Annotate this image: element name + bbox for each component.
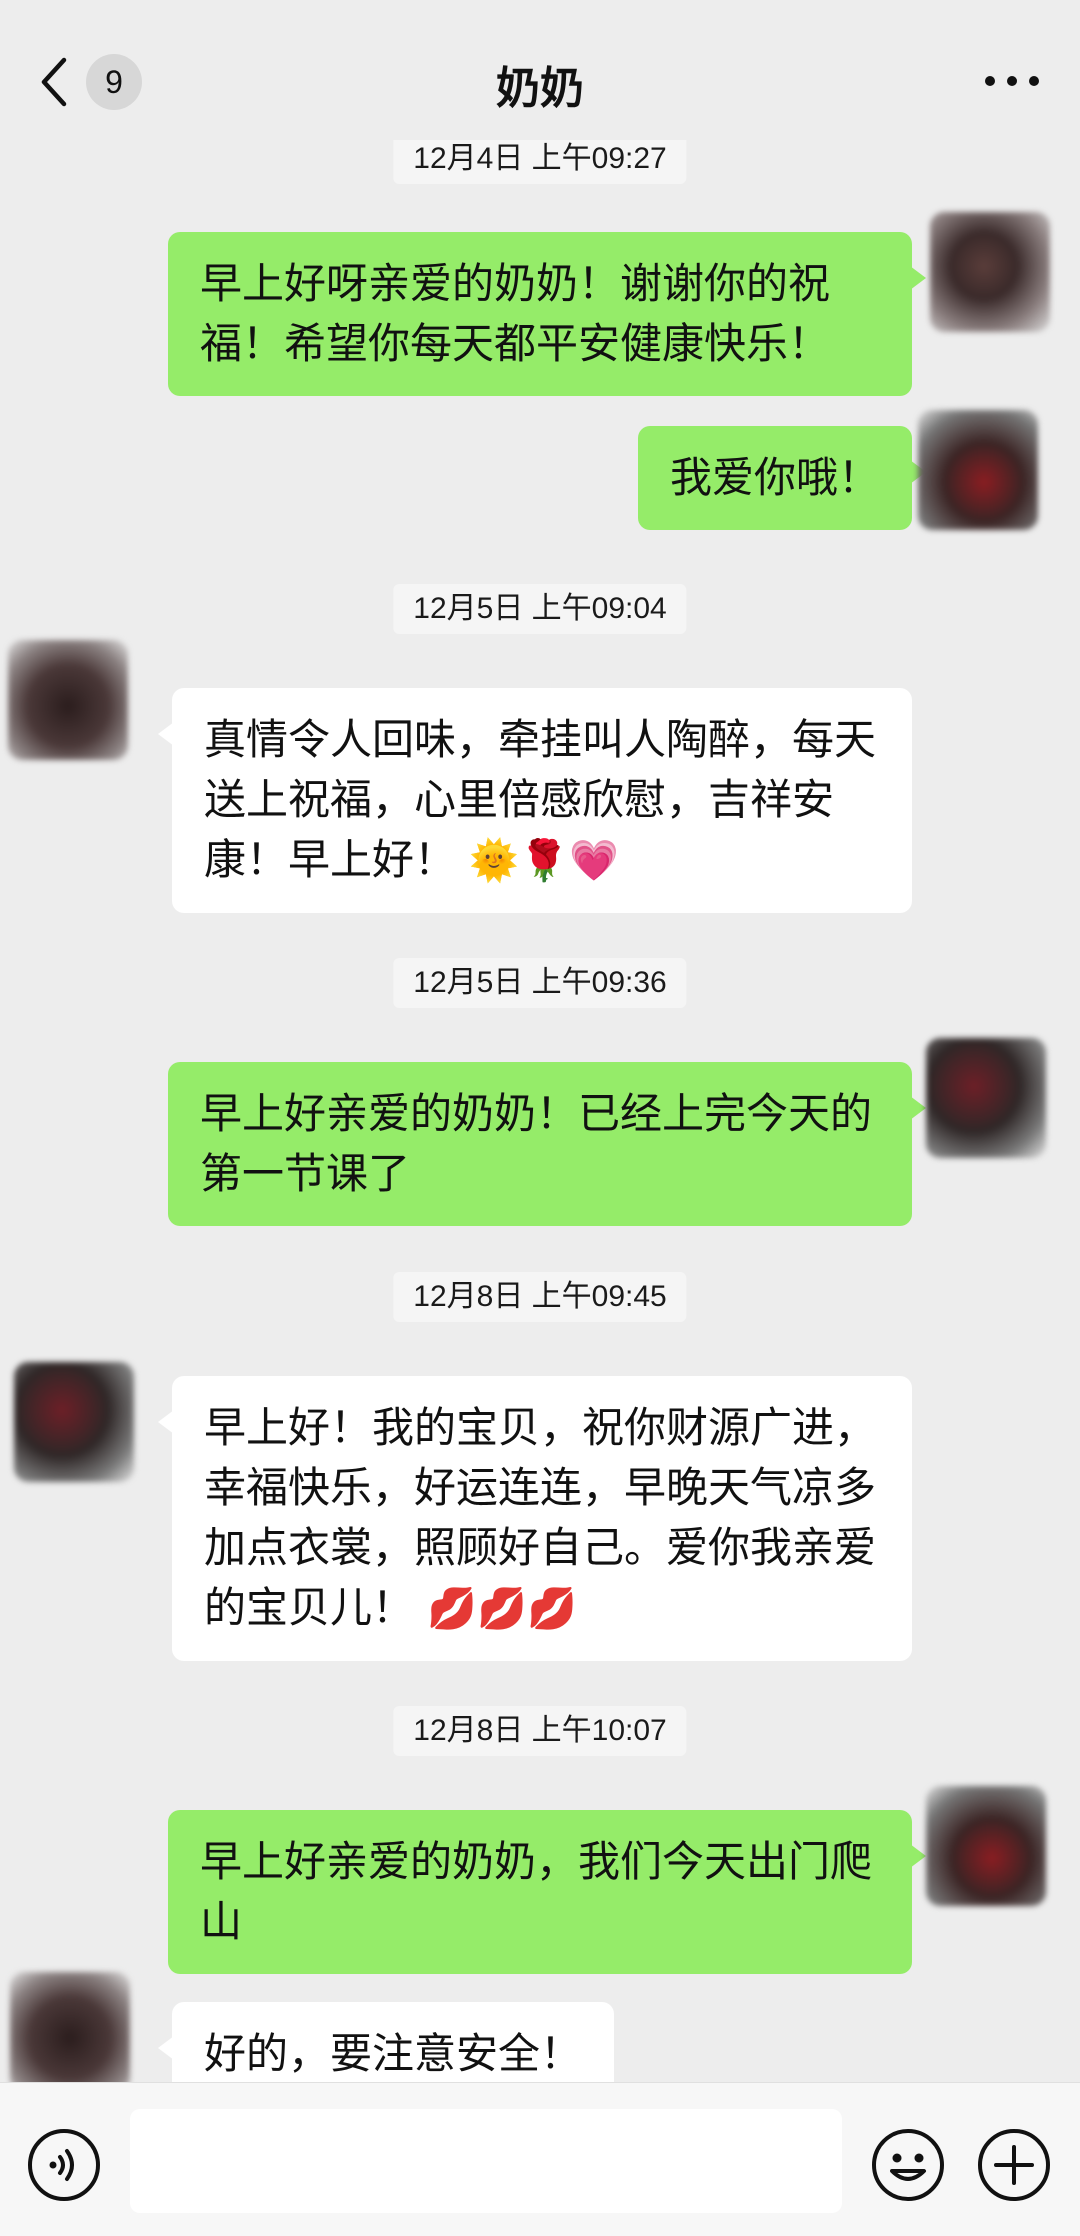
voice-button[interactable] [26,2127,102,2203]
message-timestamp: 12月4日 上午09:27 [393,140,687,184]
my-avatar[interactable] [930,212,1050,332]
more-dots-icon [985,76,1039,86]
contact-avatar[interactable] [8,640,128,760]
more-options-button[interactable] [980,56,1044,106]
message-bubble-incoming[interactable]: 真情令人回味，牵挂叫人陶醉，每天送上祝福，心里倍感欣慰，吉祥安康！早上好！ 🌞🌹… [158,688,912,913]
message-bubble-incoming[interactable]: 早上好！我的宝贝，祝你财源广进，幸福快乐，好运连连，早晚天气凉多加点衣裳，照顾好… [158,1376,912,1661]
chat-input-bar [0,2082,1080,2236]
message-timestamp: 12月5日 上午09:04 [393,584,687,634]
message-timestamp: 12月8日 上午09:45 [393,1272,687,1322]
more-functions-button[interactable] [976,2127,1052,2203]
message-timestamp: 12月5日 上午09:36 [393,958,687,1008]
emoji-face-icon [872,2129,944,2201]
contact-avatar[interactable] [14,1362,134,1482]
my-avatar[interactable] [926,1786,1046,1906]
top-navigation-bar: 9 奶奶 [0,0,1080,160]
message-bubble-outgoing[interactable]: 早上好亲爱的奶奶！已经上完今天的第一节课了 [168,1062,926,1226]
voice-icon [28,2129,100,2201]
emoji-button[interactable] [870,2127,946,2203]
my-avatar[interactable] [926,1038,1046,1158]
message-bubble-outgoing[interactable]: 早上好呀亲爱的奶奶！谢谢你的祝福！希望你每天都平安健康快乐！ [168,232,926,396]
message-bubble-incoming[interactable]: 好的，要注意安全！ [157,2002,615,2082]
contact-avatar[interactable] [10,1972,130,2082]
message-timestamp: 12月8日 上午10:07 [393,1706,687,1756]
emoji-sun-rose-heart: 🌞🌹💗 [469,838,619,884]
plus-circle-icon [978,2129,1050,2201]
my-avatar[interactable] [918,410,1038,530]
message-input[interactable] [130,2109,842,2213]
message-bubble-outgoing[interactable]: 早上好亲爱的奶奶，我们今天出门爬山 [168,1810,926,1974]
chat-screen: 9 奶奶 12月4日 上午09:27 早上好呀亲爱的奶奶！谢谢你的祝福！希望你每… [0,0,1080,2236]
emoji-lips: 💋💋💋 [427,1586,577,1632]
message-list[interactable]: 12月4日 上午09:27 早上好呀亲爱的奶奶！谢谢你的祝福！希望你每天都平安健… [0,140,1080,2082]
chat-title: 奶奶 [496,63,584,114]
message-bubble-outgoing[interactable]: 我爱你哦！ [637,426,927,530]
